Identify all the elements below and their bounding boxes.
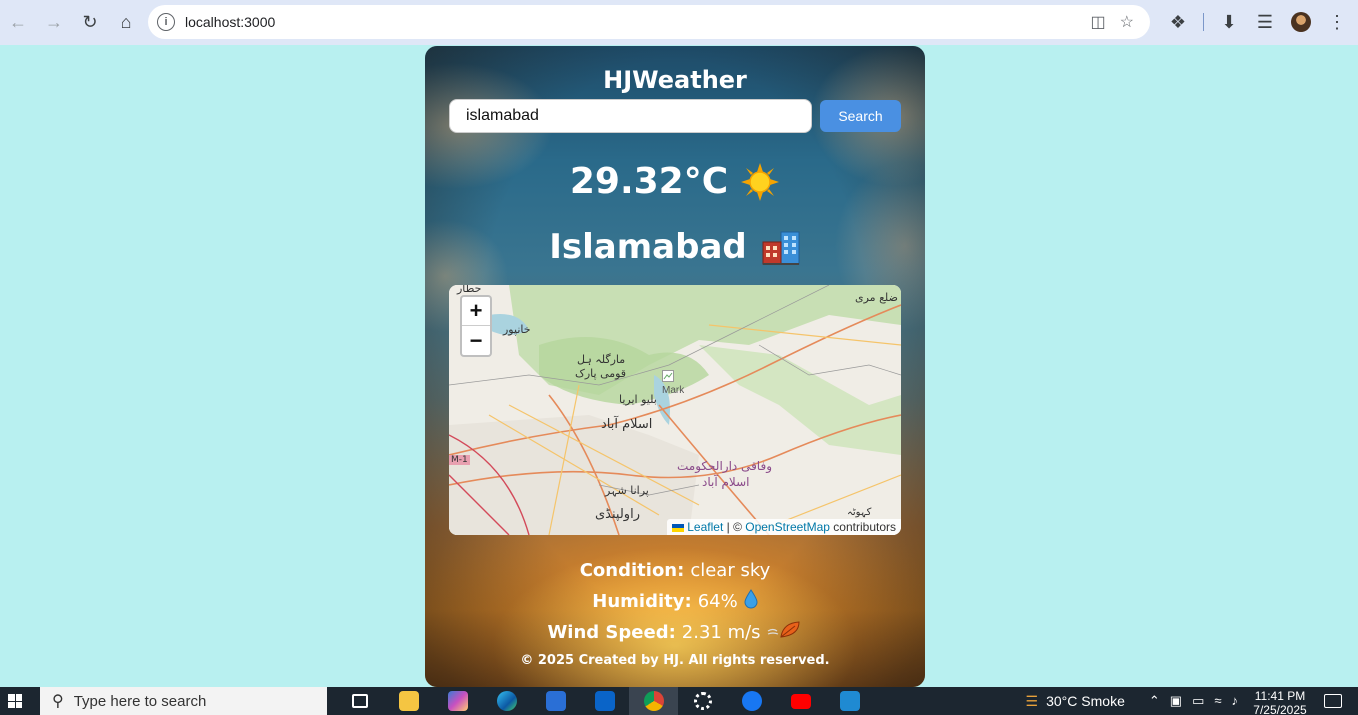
home-icon[interactable]: ⌂ [108,5,144,41]
humidity-row: Humidity: 64% [425,586,925,617]
map-label-hattar: حطار [457,285,482,295]
map-label-m1: M-1 [449,455,470,465]
wifi-icon[interactable]: ≈ [1214,693,1221,709]
wind-label: Wind Speed: [547,622,676,643]
map-label-murree: ضلع مری [855,291,898,304]
url-text[interactable]: localhost:3000 [185,14,275,30]
wind-row: Wind Speed: 2.31 m/s [425,617,925,648]
bookmark-star-icon[interactable]: ☆ [1120,12,1134,32]
city-row: Islamabad [425,227,925,267]
start-button[interactable] [0,687,30,715]
windows-taskbar: ⚲ Type here to search ☰ 30°C Smoke ⌃ ▣ ▭… [0,687,1358,715]
toolbar-divider [1203,13,1204,31]
edge-icon[interactable] [482,687,531,715]
notifications-icon[interactable] [1324,694,1342,708]
map-label-federal-capital-2: اسلام آباد [702,475,750,489]
clock-time: 11:41 PM [1254,689,1306,703]
water-drop-icon [744,589,758,614]
outlook-icon[interactable] [580,687,629,715]
map-zoom-control: + − [460,295,492,357]
location-map[interactable]: حطار خانپور مارگلہ ہل قومی پارک بلیو ایر… [449,285,901,535]
extensions-icon[interactable]: ❖ [1163,4,1193,40]
search-icon: ⚲ [52,693,64,710]
zoom-out-button[interactable]: − [462,326,490,355]
taskbar-clock[interactable]: 11:41 PM 7/25/2025 [1250,687,1310,715]
downloads-icon[interactable]: ⬇ [1214,4,1244,40]
volume-icon[interactable]: ♪ [1232,693,1239,709]
youtube-icon[interactable] [776,687,825,715]
city-search-input[interactable] [449,99,812,133]
map-label-margalla: مارگلہ ہل [577,353,626,366]
wind-leaf-icon [767,619,803,646]
condition-label: Condition: [579,560,685,581]
city-buildings-icon [761,228,801,266]
map-attribution: Leaflet | © OpenStreetMap contributors [667,519,901,535]
battery-icon[interactable]: ▭ [1192,693,1204,709]
humidity-label: Humidity: [592,591,692,612]
temperature-row: 29.32°C [425,161,925,202]
app-title: HJWeather [603,66,747,94]
vscode-icon[interactable] [825,687,874,715]
smoke-weather-icon: ☰ [1025,692,1039,709]
more-menu-icon[interactable]: ⋮ [1322,4,1352,40]
store-icon[interactable] [531,687,580,715]
taskbar-weather[interactable]: ☰ 30°C Smoke [1026,693,1125,710]
map-marker-icon[interactable]: Marker [662,370,684,396]
forward-icon[interactable]: → [36,5,72,41]
leaflet-link[interactable]: Leaflet [687,520,723,534]
map-label-kahuta: کہوٹہ [847,507,872,518]
install-app-icon[interactable]: ◫ [1091,12,1106,32]
map-label-old-city: پرانا شہر [605,484,649,497]
ukraine-flag-icon [672,523,685,532]
taskbar-weather-text: 30°C Smoke [1046,693,1125,709]
back-icon[interactable]: ← [0,5,36,41]
sun-icon [740,162,780,202]
taskbar-apps [335,687,874,715]
map-label-blue-area: بلیو ایریا [619,393,657,406]
file-explorer-icon[interactable] [384,687,433,715]
facebook-icon[interactable] [727,687,776,715]
attribution-suffix: contributors [829,520,896,534]
copilot-icon[interactable] [433,687,482,715]
map-label-rawalpindi: راولپنڈی [595,507,640,522]
zoom-in-button[interactable]: + [462,297,490,326]
reload-icon[interactable]: ↻ [72,5,108,41]
clock-date: 7/25/2025 [1253,703,1307,715]
address-bar[interactable]: i localhost:3000 ◫ ☆ [148,5,1150,39]
map-marker-alt-text: Marker [662,385,684,396]
system-tray: ☰ 30°C Smoke ⌃ ▣ ▭ ≈ ♪ 11:41 PM 7/25/202… [1026,687,1358,715]
map-label-khanpur: خانپور [503,323,531,336]
task-view-icon[interactable] [335,687,384,715]
show-hidden-icons-icon[interactable]: ⌃ [1149,693,1160,709]
condition-row: Condition: clear sky [425,555,925,586]
search-button[interactable]: Search [820,100,901,132]
map-label-federal-capital: وفاقی دارالحکومت [677,459,772,473]
meet-now-icon[interactable]: ▣ [1170,693,1182,709]
site-info-icon[interactable]: i [157,13,175,31]
media-controls-icon[interactable]: ☰ [1250,4,1280,40]
weather-card: HJWeather Search 29.32°C Islamabad [425,46,925,687]
chrome-icon[interactable] [629,687,678,715]
settings-icon[interactable] [678,687,727,715]
map-label-islamabad: اسلام آباد [601,417,653,432]
temperature-value: 29.32°C [569,161,729,202]
weather-details: Condition: clear sky Humidity: 64% Wind … [425,555,925,648]
attribution-separator: | © [723,520,746,534]
openstreetmap-link[interactable]: OpenStreetMap [745,520,830,534]
humidity-value: 64% [697,591,738,612]
city-name: Islamabad [549,227,747,267]
wind-value: 2.31 m/s [681,622,761,643]
profile-avatar[interactable] [1286,4,1316,40]
map-label-national-park: قومی پارک [575,367,627,380]
taskbar-search-placeholder: Type here to search [73,692,207,710]
taskbar-search[interactable]: ⚲ Type here to search [40,687,327,715]
condition-value: clear sky [690,560,771,581]
footer-text: © 2025 Created by HJ. All rights reserve… [520,653,830,668]
browser-toolbar: ← → ↻ ⌂ i localhost:3000 ◫ ☆ ❖ ⬇ ☰ ⋮ [0,0,1358,45]
